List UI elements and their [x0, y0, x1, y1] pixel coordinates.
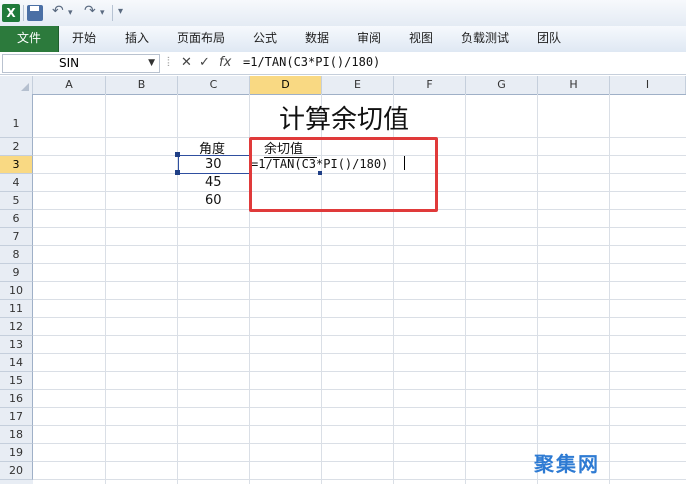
tab-review[interactable]: 审阅	[357, 26, 381, 52]
grid-line	[33, 425, 686, 426]
tab-team[interactable]: 团队	[537, 26, 561, 52]
excel-logo-icon[interactable]: X	[2, 4, 20, 22]
tab-load-test[interactable]: 负载测试	[461, 26, 509, 52]
formula-input[interactable]: =1/TAN(C3*PI()/180)	[243, 54, 683, 71]
tab-formulas[interactable]: 公式	[253, 26, 277, 52]
undo-dropdown-icon[interactable]: ▾	[68, 8, 73, 18]
qat-separator	[112, 5, 113, 21]
column-header-c[interactable]: C	[178, 76, 250, 94]
highlight-annotation-box	[249, 137, 438, 212]
row-header-13[interactable]: 13	[0, 336, 33, 354]
grid-line	[33, 299, 686, 300]
row-header-2[interactable]: 2	[0, 138, 33, 156]
tab-file[interactable]: 文件	[0, 26, 59, 52]
grid-line	[33, 317, 686, 318]
formula-bar-grip-icon: ⦙	[167, 55, 170, 70]
tab-home[interactable]: 开始	[72, 26, 96, 52]
column-header-d[interactable]: D	[250, 76, 322, 94]
formula-bar: SIN ▼ ⦙ ✕ ✓ fx =1/TAN(C3*PI()/180)	[0, 52, 686, 75]
save-icon[interactable]	[27, 5, 43, 21]
row-header-3[interactable]: 3	[0, 156, 33, 174]
tab-view[interactable]: 视图	[409, 26, 433, 52]
grid-line	[33, 281, 686, 282]
undo-icon[interactable]: ↶	[52, 3, 64, 19]
grid-line	[33, 353, 686, 354]
formula-buttons: ⦙ ✕ ✓ fx	[165, 54, 239, 71]
row-header-1[interactable]: 1	[0, 94, 33, 138]
grid-line	[33, 371, 686, 372]
row-header-6[interactable]: 6	[0, 210, 33, 228]
watermark-text: 聚集网	[534, 452, 600, 476]
row-header-5[interactable]: 5	[0, 192, 33, 210]
grid-line	[33, 245, 686, 246]
row-header-17[interactable]: 17	[0, 408, 33, 426]
enter-icon[interactable]: ✓	[199, 54, 210, 71]
insert-function-icon[interactable]: fx	[219, 54, 231, 71]
tab-page-layout[interactable]: 页面布局	[177, 26, 225, 52]
excel-logo-letter: X	[6, 6, 16, 20]
name-box-value: SIN	[59, 56, 80, 70]
grid-line	[33, 227, 686, 228]
row-header-7[interactable]: 7	[0, 228, 33, 246]
range-handle[interactable]	[175, 152, 180, 157]
grid-line	[33, 407, 686, 408]
row-headers: 1 2 3 4 5 6 7 8 9 10 11 12 13 14 15 16 1…	[0, 94, 33, 484]
row-header-9[interactable]: 9	[0, 264, 33, 282]
name-box[interactable]: SIN ▼	[2, 54, 160, 73]
row-header-4[interactable]: 4	[0, 174, 33, 192]
row-header-15[interactable]: 15	[0, 372, 33, 390]
ribbon-tab-bar: 文件 开始 插入 页面布局 公式 数据 审阅 视图 负载测试 团队	[0, 26, 686, 53]
row-header-8[interactable]: 8	[0, 246, 33, 264]
cell-c5[interactable]: 60	[205, 193, 222, 208]
column-header-i[interactable]: I	[610, 76, 686, 94]
column-headers: A B C D E F G H I	[0, 76, 686, 95]
row-header-12[interactable]: 12	[0, 318, 33, 336]
tab-insert[interactable]: 插入	[125, 26, 149, 52]
quick-access-toolbar: X ↶ ▾ ↷ ▾ ▾	[0, 0, 686, 26]
column-header-b[interactable]: B	[106, 76, 178, 94]
cell-c4[interactable]: 45	[205, 175, 222, 190]
tab-data[interactable]: 数据	[305, 26, 329, 52]
range-handle[interactable]	[175, 170, 180, 175]
cancel-icon[interactable]: ✕	[181, 54, 192, 71]
row-header-20[interactable]: 20	[0, 462, 33, 480]
grid-line	[33, 263, 686, 264]
column-header-g[interactable]: G	[466, 76, 538, 94]
customize-qat-icon[interactable]: ▾	[118, 6, 123, 17]
column-header-a[interactable]: A	[33, 76, 106, 94]
row-header-11[interactable]: 11	[0, 300, 33, 318]
name-box-dropdown-icon[interactable]: ▼	[148, 55, 155, 72]
column-header-h[interactable]: H	[538, 76, 610, 94]
row-header-14[interactable]: 14	[0, 354, 33, 372]
column-header-e[interactable]: E	[322, 76, 394, 94]
row-header-19[interactable]: 19	[0, 444, 33, 462]
redo-dropdown-icon[interactable]: ▾	[100, 8, 105, 18]
column-header-f[interactable]: F	[394, 76, 466, 94]
qat-separator	[23, 5, 24, 21]
row-header-16[interactable]: 16	[0, 390, 33, 408]
reference-range-c3	[178, 155, 251, 174]
redo-icon[interactable]: ↷	[84, 3, 96, 19]
row-header-10[interactable]: 10	[0, 282, 33, 300]
grid-line	[33, 389, 686, 390]
grid-line	[33, 479, 686, 480]
grid-line	[33, 335, 686, 336]
grid-line	[33, 443, 686, 444]
title-cell[interactable]: 计算余切值	[279, 99, 409, 136]
select-all-button[interactable]	[0, 76, 33, 94]
row-header-18[interactable]: 18	[0, 426, 33, 444]
